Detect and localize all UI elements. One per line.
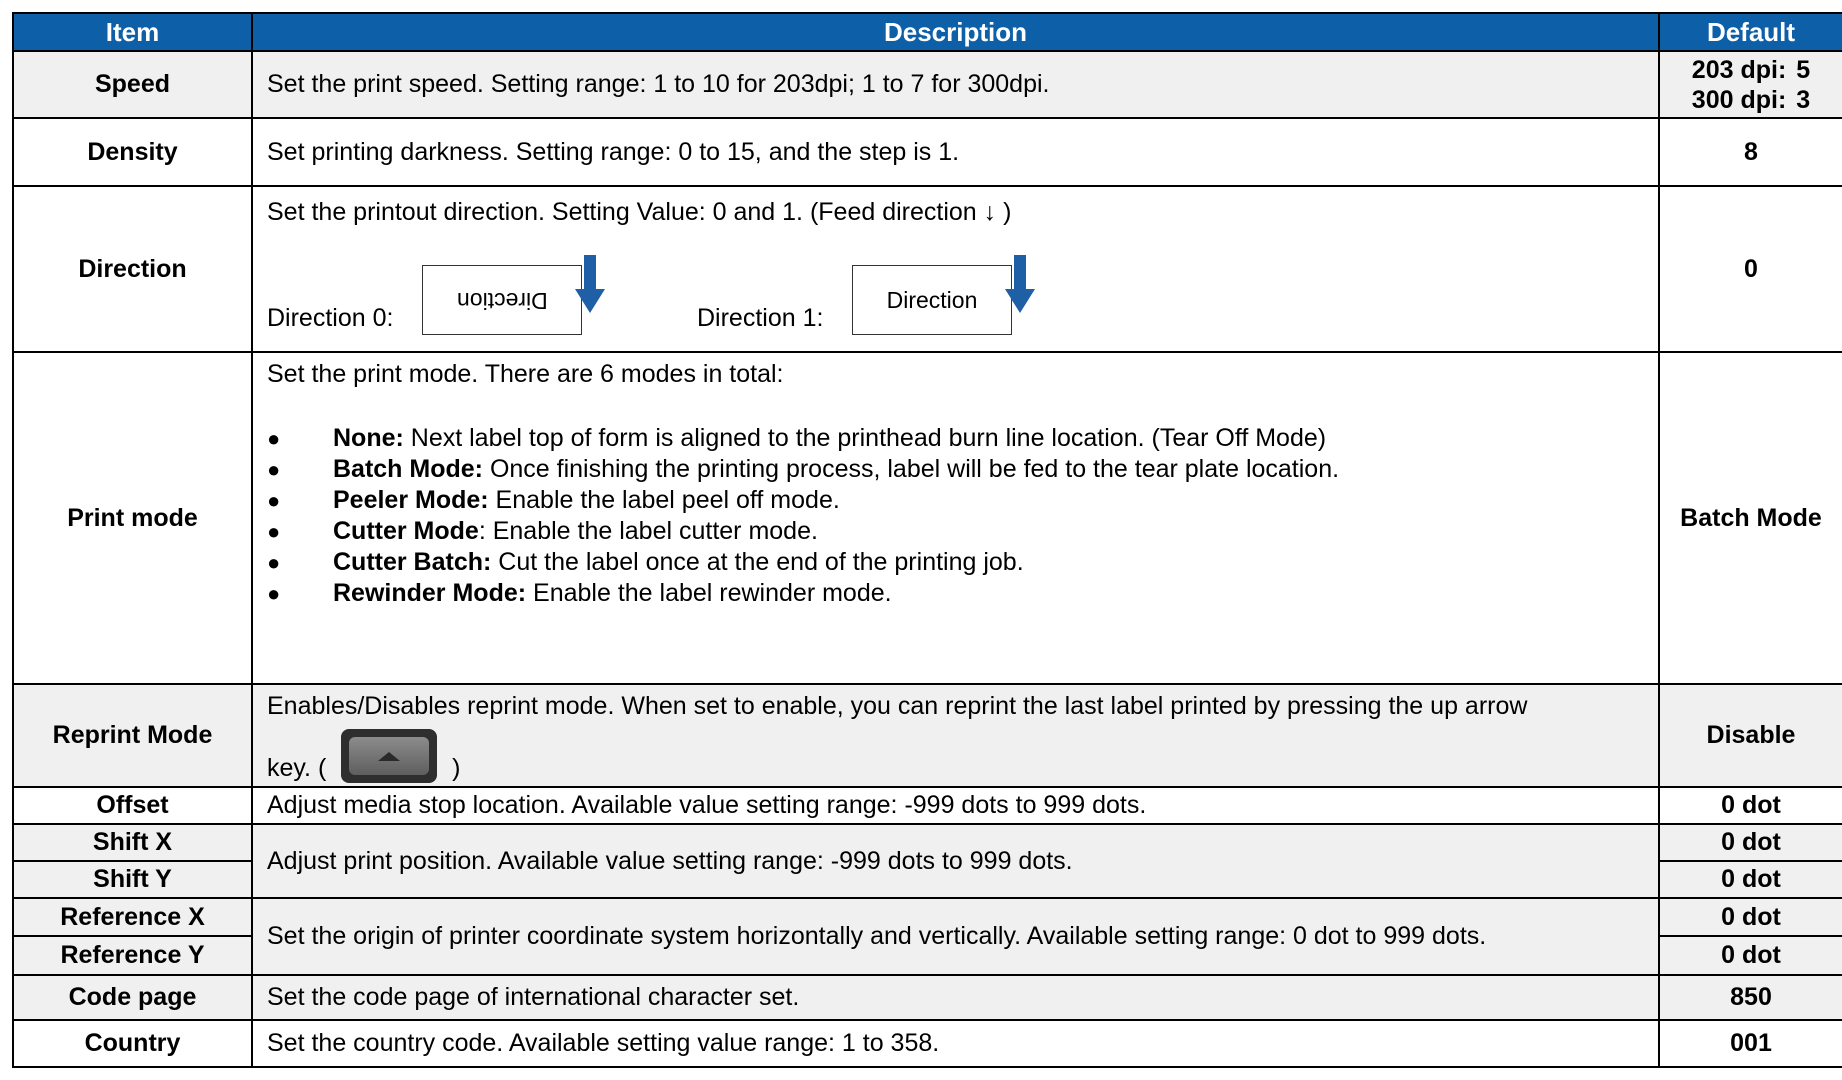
table-row-shift-x: Shift X Adjust print position. Available… <box>12 823 1842 899</box>
item-reference-x: Reference X <box>12 897 253 937</box>
up-arrow-key-icon <box>341 729 438 783</box>
feed-arrow-down-icon <box>1005 255 1035 313</box>
desc-code-page: Set the code page of international chara… <box>251 974 1660 1021</box>
desc-print-mode: Set the print mode. There are 6 modes in… <box>251 351 1660 685</box>
default-speed-300-label: 300 dpi: <box>1691 85 1787 114</box>
item-direction: Direction <box>12 185 253 353</box>
desc-reference: Set the origin of printer coordinate sys… <box>251 897 1660 976</box>
reprint-key-prefix: key. ( <box>267 754 327 782</box>
default-country: 001 <box>1658 1019 1842 1068</box>
table-row-reference-x: Reference X Set the origin of printer co… <box>12 897 1842 976</box>
desc-reprint-mode: Enables/Disables reprint mode. When set … <box>251 683 1660 788</box>
list-item: ● Batch Mode: Once finishing the printing… <box>267 455 1340 483</box>
default-code-page: 850 <box>1658 974 1842 1021</box>
table-row-code-page: Code page Set the code page of internati… <box>12 974 1842 1021</box>
bullet-icon: ● <box>267 581 281 606</box>
table-row-direction: Direction Set the printout direction. Se… <box>12 185 1842 353</box>
default-reprint-mode: Disable <box>1658 683 1842 788</box>
desc-speed: Set the print speed. Setting range: 1 to… <box>251 50 1660 119</box>
print-mode-list: ● None: Next label top of form is aligned… <box>267 423 1644 609</box>
list-item: ● Cutter Mode: Enable the label cutter mo… <box>267 517 818 545</box>
list-item: ● Cutter Batch: Cut the label once at the… <box>267 548 1024 576</box>
table-row-offset: Offset Adjust media stop location. Avail… <box>12 786 1842 825</box>
table-header-row: Item Description Default <box>12 12 1842 52</box>
default-shift-x: 0 dot <box>1658 823 1842 862</box>
direction-1-label: Direction 1: <box>697 304 824 332</box>
table-row-print-mode: Print mode Set the print mode. There are… <box>12 351 1842 685</box>
bullet-icon: ● <box>267 519 281 544</box>
default-reference-y: 0 dot <box>1658 935 1842 976</box>
bullet-icon: ● <box>267 457 281 482</box>
default-direction: 0 <box>1658 185 1842 353</box>
header-description: Description <box>251 12 1660 52</box>
default-print-mode: Batch Mode <box>1658 351 1842 685</box>
desc-offset: Adjust media stop location. Available va… <box>251 786 1660 825</box>
item-offset: Offset <box>12 786 253 825</box>
direction-description: Set the printout direction. Setting Valu… <box>267 198 1012 226</box>
desc-country: Set the country code. Available setting … <box>251 1019 1660 1068</box>
default-reference-x: 0 dot <box>1658 897 1842 937</box>
default-density: 8 <box>1658 117 1842 187</box>
item-reprint-mode: Reprint Mode <box>12 683 253 788</box>
table-row-speed: Speed Set the print speed. Setting range… <box>12 50 1842 119</box>
item-shift-y: Shift Y <box>12 860 253 899</box>
header-default: Default <box>1658 12 1842 52</box>
item-print-mode: Print mode <box>12 351 253 685</box>
desc-shift: Adjust print position. Available value s… <box>251 823 1660 899</box>
table-row-reprint-mode: Reprint Mode Enables/Disables reprint mo… <box>12 683 1842 788</box>
default-speed-300-value: 3 <box>1796 85 1811 114</box>
item-country: Country <box>12 1019 253 1068</box>
direction-0-label: Direction 0: <box>267 304 394 332</box>
direction-0-label-box: Direction <box>422 265 582 335</box>
default-speed-203-value: 5 <box>1796 55 1811 84</box>
default-speed: 203 dpi: 5 300 dpi: 3 <box>1658 50 1842 119</box>
header-item: Item <box>12 12 253 52</box>
desc-direction: Set the printout direction. Setting Valu… <box>251 185 1660 353</box>
direction-1-label-box: Direction <box>852 265 1012 335</box>
reprint-description: Enables/Disables reprint mode. When set … <box>267 692 1528 720</box>
list-item: ● Peeler Mode: Enable the label peel off … <box>267 486 840 514</box>
reprint-key-suffix: ) <box>452 754 461 782</box>
feed-arrow-down-icon <box>575 255 605 313</box>
direction-0-box-text: Direction <box>456 287 548 314</box>
item-reference-y: Reference Y <box>12 935 253 976</box>
direction-1-box-text: Direction <box>886 286 978 313</box>
default-speed-203-label: 203 dpi: <box>1691 55 1787 84</box>
settings-table: Item Description Default Speed Set the p… <box>12 12 1842 1068</box>
table-row-density: Density Set printing darkness. Setting r… <box>12 117 1842 187</box>
bullet-icon: ● <box>267 426 281 451</box>
item-shift-x: Shift X <box>12 823 253 862</box>
item-speed: Speed <box>12 50 253 119</box>
desc-density: Set printing darkness. Setting range: 0 … <box>251 117 1660 187</box>
bullet-icon: ● <box>267 488 281 513</box>
item-density: Density <box>12 117 253 187</box>
direction-illustration: Direction 0: Direction Direction 1: Dire… <box>267 227 1644 337</box>
table-row-country: Country Set the country code. Available … <box>12 1019 1842 1068</box>
list-item: ● None: Next label top of form is aligned… <box>267 424 1327 452</box>
print-mode-intro: Set the print mode. There are 6 modes in… <box>267 360 784 388</box>
bullet-icon: ● <box>267 550 281 575</box>
default-offset: 0 dot <box>1658 786 1842 825</box>
item-code-page: Code page <box>12 974 253 1021</box>
list-item: ● Rewinder Mode: Enable the label rewinde… <box>267 579 892 607</box>
default-shift-y: 0 dot <box>1658 860 1842 899</box>
